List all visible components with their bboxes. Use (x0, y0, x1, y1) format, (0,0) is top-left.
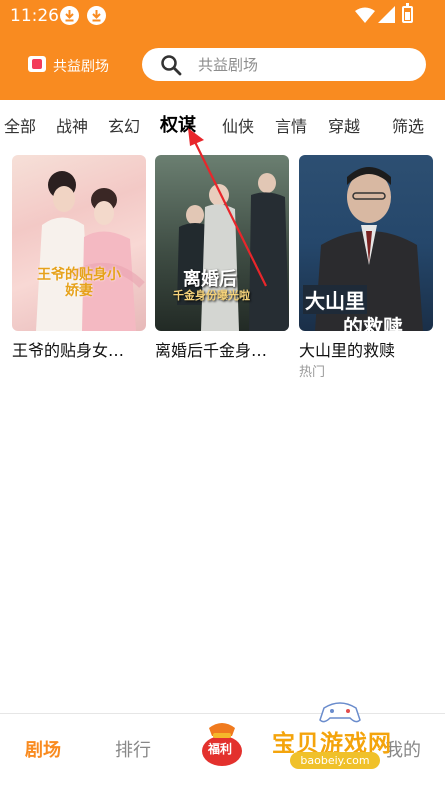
watermark-logo: 宝贝游戏网 baobeiy.com (268, 700, 418, 782)
category-tabs: 全部 战神 玄幻 权谋 仙侠 言情 穿越 筛选 (0, 100, 445, 144)
search-box[interactable] (142, 48, 426, 81)
gamepad-icon (319, 702, 361, 723)
tab-xianxia[interactable]: 仙侠 (222, 113, 254, 137)
tab-fantasy[interactable]: 玄幻 (108, 113, 140, 137)
drama-poster[interactable]: 王爷的贴身小娇妻 (12, 155, 146, 331)
tab-time-travel[interactable]: 穿越 (328, 113, 360, 137)
drama-poster[interactable]: 离婚后 千金身份曝光啦 (155, 155, 289, 331)
drama-card[interactable]: 王爷的贴身小娇妻 王爷的贴身女… (12, 155, 146, 360)
download-icon (87, 6, 106, 25)
battery-icon (402, 3, 413, 23)
watermark-url: baobeiy.com (290, 752, 380, 769)
nav-welfare[interactable]: 福利 (199, 718, 245, 768)
tab-all[interactable]: 全部 (4, 113, 36, 137)
poster-art (36, 171, 145, 331)
drama-title[interactable]: 王爷的贴身女… (12, 337, 146, 361)
drama-card[interactable]: 离婚后 千金身份曝光啦 离婚后千金身… (155, 155, 289, 360)
signal-icon (378, 6, 395, 23)
search-input[interactable] (198, 55, 398, 75)
poster-title-text: 大山里 (303, 285, 367, 314)
poster-subtitle-text: 的救赎 (343, 315, 403, 331)
drama-title[interactable]: 大山里的救赎 (299, 337, 433, 361)
status-bar: 11:26 (0, 0, 445, 32)
app-logo-icon (28, 56, 46, 72)
drama-tag: 热门 (299, 365, 326, 380)
poster-subtitle-text: 千金身份曝光啦 (173, 289, 250, 302)
tab-war-god[interactable]: 战神 (56, 113, 88, 137)
app-header: 11:26 共益剧场 (0, 0, 445, 100)
download-icon (60, 6, 79, 25)
wifi-icon (355, 7, 375, 23)
tab-romance[interactable]: 言情 (275, 113, 307, 137)
app-name: 共益剧场 (53, 59, 109, 75)
status-time: 11:26 (10, 6, 59, 26)
welfare-label: 福利 (208, 742, 233, 756)
drama-card[interactable]: 大山里 的救赎 大山里的救赎 热门 (299, 155, 433, 380)
search-icon (161, 55, 182, 76)
nav-ranking[interactable]: 排行 (115, 736, 151, 762)
drama-title[interactable]: 离婚后千金身… (155, 337, 289, 361)
poster-art (177, 173, 289, 331)
drama-poster[interactable]: 大山里 的救赎 (299, 155, 433, 331)
filter-button[interactable]: 筛选 (392, 113, 424, 137)
nav-theater[interactable]: 剧场 (25, 736, 61, 762)
poster-title-text: 王爷的贴身小娇妻 (37, 267, 121, 299)
tab-power-strategy[interactable]: 权谋 (160, 111, 196, 137)
